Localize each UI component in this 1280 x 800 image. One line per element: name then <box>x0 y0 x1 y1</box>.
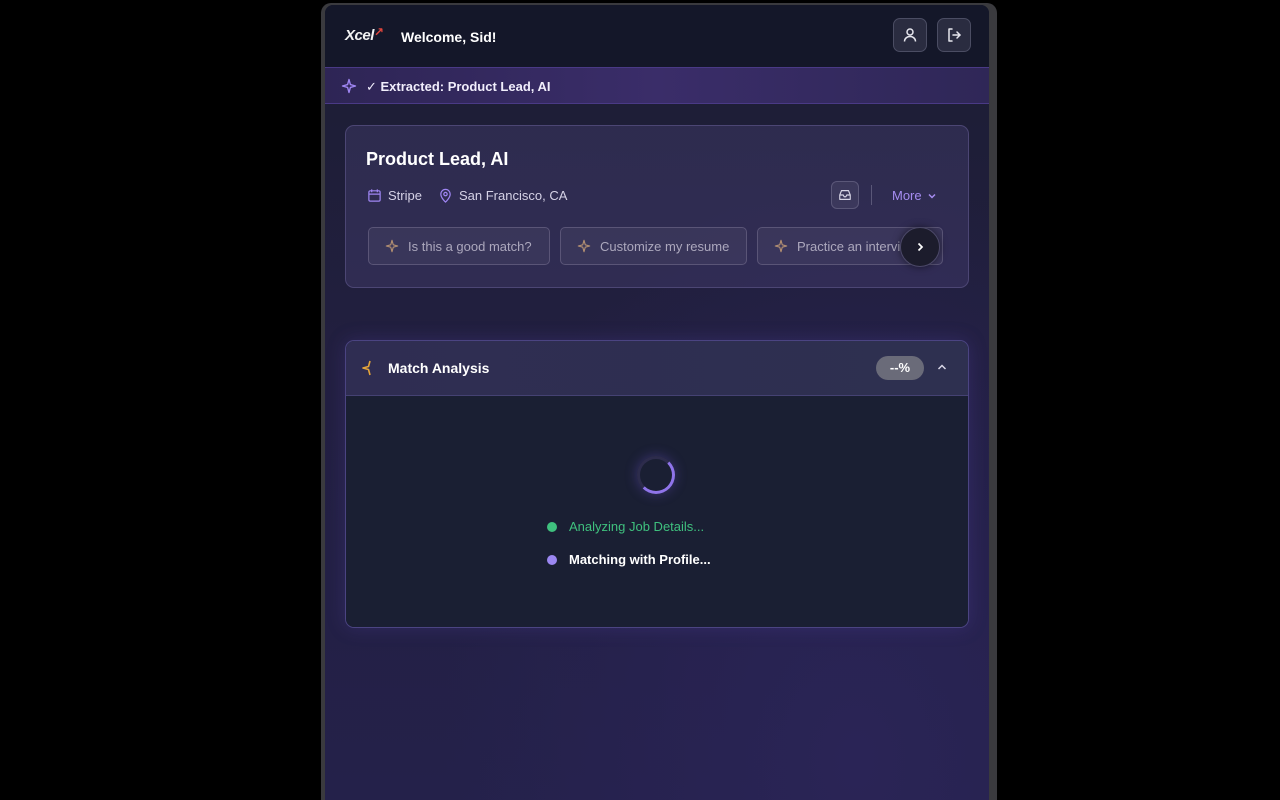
sparkle-icon <box>385 239 399 253</box>
chevron-right-icon <box>917 242 924 252</box>
job-card: Product Lead, AI Stripe San Francisco, C… <box>345 125 969 288</box>
match-analysis-header[interactable]: Match Analysis --% <box>346 341 968 396</box>
logo: Xcel↗ <box>345 25 384 44</box>
step-analyzing: Analyzing Job Details... <box>547 519 704 534</box>
inbox-icon <box>839 190 851 200</box>
extraction-status-text: ✓ Extracted: Product Lead, AI <box>366 79 551 94</box>
profile-button[interactable] <box>893 18 927 52</box>
match-analysis-title: Match Analysis <box>388 360 490 376</box>
step-label: Matching with Profile... <box>569 552 711 567</box>
step-label: Analyzing Job Details... <box>569 519 705 534</box>
sparkle-icon <box>577 239 591 253</box>
match-score-badge: --% <box>876 356 924 380</box>
location-meta: San Francisco, CA <box>438 188 567 203</box>
sparkle-half-icon <box>362 360 371 376</box>
chip-label: Practice an interview <box>797 238 917 254</box>
chip-label: Is this a good match? <box>408 238 532 254</box>
match-analysis-card: Match Analysis --% Analyzing Job Details… <box>345 340 969 628</box>
sparkle-icon <box>341 78 357 94</box>
extraction-banner: ✓ Extracted: Product Lead, AI <box>325 67 989 104</box>
logout-icon <box>948 28 961 42</box>
loading-spinner <box>637 456 675 494</box>
more-dropdown[interactable]: More <box>892 188 937 203</box>
chevron-up-icon[interactable] <box>936 361 948 373</box>
calendar-icon <box>368 189 381 202</box>
chip-customize-resume[interactable]: Customize my resume <box>560 227 747 265</box>
divider <box>871 185 872 205</box>
location-text: San Francisco, CA <box>459 188 568 203</box>
logo-arrow-icon: ↗ <box>373 25 384 39</box>
step-matching: Matching with Profile... <box>547 552 711 567</box>
logout-button[interactable] <box>937 18 971 52</box>
chevron-down-icon <box>928 193 936 199</box>
location-pin-icon <box>440 188 451 203</box>
chip-good-match[interactable]: Is this a good match? <box>368 227 550 265</box>
status-dot <box>547 554 557 565</box>
more-label: More <box>892 188 922 203</box>
save-to-inbox-button[interactable] <box>831 181 859 209</box>
chips-scroll-right-button[interactable] <box>900 227 940 267</box>
chip-label: Customize my resume <box>600 238 730 254</box>
status-dot <box>547 521 557 532</box>
user-icon <box>903 28 917 42</box>
welcome-text: Welcome, Sid! <box>401 29 497 45</box>
header: Xcel↗ Welcome, Sid! <box>325 5 989 67</box>
company-meta: Stripe <box>367 188 422 203</box>
match-analysis-body: Analyzing Job Details... Matching with P… <box>346 396 968 627</box>
job-title: Product Lead, AI <box>366 149 509 169</box>
suggestion-chips: Is this a good match? Customize my resum… <box>368 227 946 267</box>
sparkle-icon <box>774 239 788 253</box>
company-name: Stripe <box>388 188 422 203</box>
extension-panel: Xcel↗ Welcome, Sid! ✓ Extracted: Product… <box>325 5 989 800</box>
